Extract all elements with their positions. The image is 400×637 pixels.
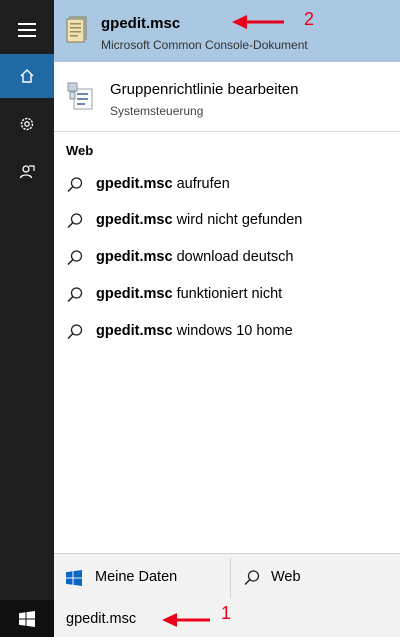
suggestion-text: gpedit.msc aufrufen — [96, 176, 230, 192]
web-scope-label: Web — [271, 569, 301, 585]
search-icon — [67, 250, 83, 266]
web-section-heading: Web — [66, 143, 94, 158]
hamburger-menu-button[interactable] — [0, 8, 54, 52]
feedback-button[interactable] — [0, 150, 54, 194]
search-icon — [67, 287, 83, 303]
my-data-button[interactable]: Meine Daten — [54, 554, 230, 601]
feedback-icon — [19, 165, 35, 179]
search-icon — [67, 177, 83, 193]
suggestion-rest: download deutsch — [172, 249, 294, 265]
hamburger-icon — [18, 23, 36, 37]
start-button[interactable] — [0, 600, 54, 637]
suggestion-text: gpedit.msc funktioniert nicht — [96, 286, 282, 302]
web-suggestion[interactable]: gpedit.msc wird nicht gefunden — [54, 203, 400, 239]
web-scope-button[interactable]: Web — [231, 554, 400, 601]
windows-logo-icon — [19, 610, 35, 627]
top-result-subtitle: Microsoft Common Console-Dokument — [101, 38, 308, 52]
search-scope-bar: Meine Daten Web — [54, 553, 400, 601]
search-icon — [67, 324, 83, 340]
result-title: Gruppenrichtlinie bearbeiten — [110, 81, 299, 98]
gear-icon — [20, 117, 34, 131]
windows-logo-icon — [66, 570, 82, 586]
suggestion-query: gpedit.msc — [96, 286, 173, 302]
suggestion-rest: windows 10 home — [172, 323, 293, 339]
settings-button[interactable] — [0, 102, 54, 146]
suggestion-text: gpedit.msc wird nicht gefunden — [96, 212, 302, 228]
web-suggestion[interactable]: gpedit.msc windows 10 home — [54, 314, 400, 350]
suggestion-query: gpedit.msc — [96, 176, 173, 192]
web-suggestion[interactable]: gpedit.msc aufrufen — [54, 167, 400, 203]
home-icon — [20, 69, 34, 83]
suggestion-rest: aufrufen — [172, 176, 230, 192]
my-data-label: Meine Daten — [95, 569, 178, 585]
suggestion-query: gpedit.msc — [96, 212, 173, 228]
top-result-gpedit[interactable]: gpedit.msc Microsoft Common Console-Doku… — [54, 0, 400, 62]
annotation-marker-2: 2 — [304, 9, 315, 29]
search-icon — [244, 570, 260, 586]
annotation-marker-1: 1 — [221, 603, 232, 623]
result-gruppenrichtlinie[interactable]: Gruppenrichtlinie bearbeiten Systemsteue… — [54, 66, 400, 128]
suggestion-query: gpedit.msc — [96, 323, 173, 339]
suggestion-text: gpedit.msc windows 10 home — [96, 323, 293, 339]
annotation-arrow-bottom — [162, 613, 210, 627]
search-input[interactable]: gpedit.msc — [66, 611, 136, 627]
group-policy-icon — [67, 82, 93, 110]
suggestion-rest: funktioniert nicht — [172, 286, 283, 302]
suggestion-rest: wird nicht gefunden — [172, 212, 303, 228]
search-icon — [67, 213, 83, 229]
section-divider — [54, 131, 400, 132]
home-button[interactable] — [0, 54, 54, 98]
msc-document-icon — [66, 16, 87, 43]
suggestion-text: gpedit.msc download deutsch — [96, 249, 293, 265]
result-subtitle: Systemsteuerung — [110, 104, 204, 118]
left-rail — [0, 0, 54, 600]
web-suggestion[interactable]: gpedit.msc download deutsch — [54, 240, 400, 276]
top-result-title: gpedit.msc — [101, 15, 181, 32]
suggestion-query: gpedit.msc — [96, 249, 173, 265]
web-suggestion[interactable]: gpedit.msc funktioniert nicht — [54, 277, 400, 313]
annotation-arrow-top — [232, 15, 284, 29]
search-results-panel: gpedit.msc Microsoft Common Console-Doku… — [54, 0, 400, 601]
